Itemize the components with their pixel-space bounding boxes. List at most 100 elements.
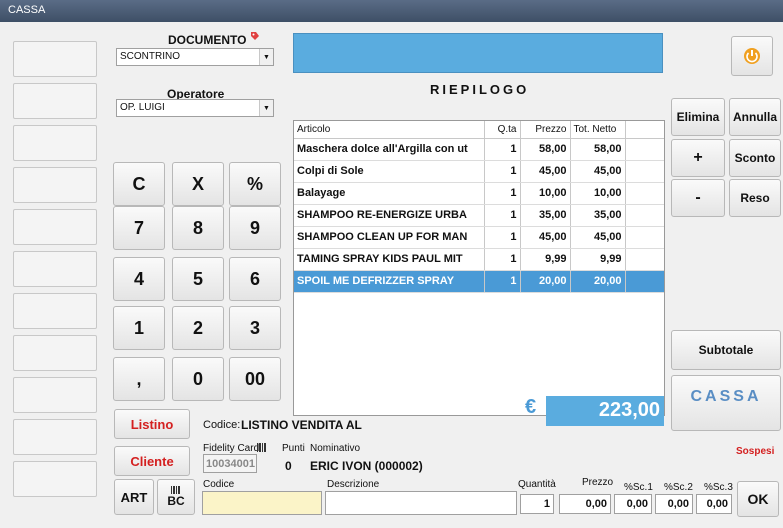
table-row[interactable]: TAMING SPRAY KIDS PAUL MIT 1 9,99 9,99 (294, 248, 664, 271)
minus-button[interactable]: - (671, 179, 725, 217)
plus-button[interactable]: + (671, 139, 725, 177)
operatore-select[interactable]: OP. LUIGI ▼ (116, 99, 274, 117)
elimina-button[interactable]: Elimina (671, 98, 725, 136)
chevron-down-icon: ▼ (259, 49, 273, 65)
reso-button[interactable]: Reso (729, 179, 781, 217)
cell-qta: 1 (484, 138, 521, 161)
quantita-label: Quantità (518, 479, 556, 490)
barcode-icon (171, 486, 180, 494)
sospesi-link[interactable]: Sospesi (736, 446, 774, 457)
prezzo-input[interactable]: 0,00 (559, 494, 611, 514)
cliente-button[interactable]: Cliente (114, 446, 190, 476)
key-3[interactable]: 3 (229, 306, 281, 350)
cell-tot-netto: 20,00 (570, 270, 626, 293)
listino-codice-value: LISTINO VENDITA AL (241, 418, 362, 432)
cell-qta: 1 (484, 226, 521, 249)
cell-tot-netto: 58,00 (570, 138, 626, 161)
cell-articolo: SHAMPOO RE-ENERGIZE URBA (294, 204, 485, 227)
side-button-5[interactable] (13, 209, 97, 245)
power-button[interactable] (731, 36, 773, 76)
cell-prezzo: 20,00 (520, 270, 571, 293)
cassa-window: DOCUMENTO SCONTRINO ▼ Operatore OP. LUIG… (0, 22, 783, 528)
side-button-2[interactable] (13, 83, 97, 119)
cell-articolo: SHAMPOO CLEAN UP FOR MAN (294, 226, 485, 249)
art-button[interactable]: ART (114, 479, 154, 515)
key-percent[interactable]: % (229, 162, 281, 206)
cell-articolo: Maschera dolce all'Argilla con ut (294, 138, 485, 161)
key-comma[interactable]: , (113, 357, 165, 401)
ok-button[interactable]: OK (737, 481, 779, 517)
title-bar: CASSA (0, 0, 783, 22)
table-row[interactable]: Balayage 1 10,00 10,00 (294, 182, 664, 205)
cell-qta: 1 (484, 248, 521, 271)
subtotale-button[interactable]: Subtotale (671, 330, 781, 370)
col-articolo: Articolo (294, 121, 485, 139)
annulla-button[interactable]: Annulla (729, 98, 781, 136)
key-4[interactable]: 4 (113, 257, 165, 301)
side-button-4[interactable] (13, 167, 97, 203)
key-2[interactable]: 2 (172, 306, 224, 350)
side-button-6[interactable] (13, 251, 97, 287)
table-header: Articolo Q.ta Prezzo Tot. Netto (294, 121, 664, 139)
cell-tot-netto: 35,00 (570, 204, 626, 227)
table-row[interactable]: Colpi di Sole 1 45,00 45,00 (294, 160, 664, 183)
key-00[interactable]: 00 (229, 357, 281, 401)
cell-prezzo: 10,00 (520, 182, 571, 205)
key-c[interactable]: C (113, 162, 165, 206)
documento-select[interactable]: SCONTRINO ▼ (116, 48, 274, 66)
sconto-button[interactable]: Sconto (729, 139, 781, 177)
window-title: CASSA (8, 4, 46, 16)
sc2-input[interactable]: 0,00 (655, 494, 693, 514)
side-button-7[interactable] (13, 293, 97, 329)
side-button-9[interactable] (13, 377, 97, 413)
cell-prezzo: 45,00 (520, 160, 571, 183)
key-x[interactable]: X (172, 162, 224, 206)
side-button-11[interactable] (13, 461, 97, 497)
key-6[interactable]: 6 (229, 257, 281, 301)
punti-value: 0 (285, 459, 292, 473)
key-5[interactable]: 5 (172, 257, 224, 301)
table-row[interactable]: SHAMPOO RE-ENERGIZE URBA 1 35,00 35,00 (294, 204, 664, 227)
listino-button[interactable]: Listino (114, 409, 190, 439)
side-button-10[interactable] (13, 419, 97, 455)
documento-value: SCONTRINO (120, 51, 180, 62)
table-row[interactable]: SHAMPOO CLEAN UP FOR MAN 1 45,00 45,00 (294, 226, 664, 249)
col-tot-netto: Tot. Netto (570, 121, 626, 139)
documento-label: DOCUMENTO (168, 33, 247, 47)
key-8[interactable]: 8 (172, 206, 224, 250)
table-row-selected[interactable]: SPOIL ME DEFRIZZER SPRAY 1 20,00 20,00 (294, 270, 664, 293)
listino-codice-label: Codice: (203, 419, 241, 431)
chevron-down-icon: ▼ (259, 100, 273, 116)
side-button-8[interactable] (13, 335, 97, 371)
cell-prezzo: 9,99 (520, 248, 571, 271)
nominativo-value: ERIC IVON (000002) (310, 459, 423, 473)
side-button-3[interactable] (13, 125, 97, 161)
sc2-label: %Sc.2 (664, 482, 693, 493)
cell-articolo: Colpi di Sole (294, 160, 485, 183)
quantita-input[interactable]: 1 (520, 494, 554, 514)
fidelity-card-field[interactable]: 10034001 (203, 454, 257, 473)
table-row[interactable]: Maschera dolce all'Argilla con ut 1 58,0… (294, 138, 664, 161)
total-amount: 223,00 (546, 396, 664, 426)
display-panel (293, 33, 663, 73)
bc-button[interactable]: BC (157, 479, 195, 515)
col-qta: Q.ta (484, 121, 521, 139)
cell-qta: 1 (484, 204, 521, 227)
key-9[interactable]: 9 (229, 206, 281, 250)
sc1-input[interactable]: 0,00 (614, 494, 652, 514)
descrizione-input[interactable] (325, 491, 517, 515)
cell-qta: 1 (484, 270, 521, 293)
cell-articolo: SPOIL ME DEFRIZZER SPRAY (294, 270, 485, 293)
side-button-1[interactable] (13, 41, 97, 77)
cassa-button[interactable]: CASSA (671, 375, 781, 431)
key-7[interactable]: 7 (113, 206, 165, 250)
key-1[interactable]: 1 (113, 306, 165, 350)
sc3-label: %Sc.3 (704, 482, 733, 493)
euro-icon: € (525, 396, 537, 418)
key-0[interactable]: 0 (172, 357, 224, 401)
cell-prezzo: 58,00 (520, 138, 571, 161)
cell-qta: 1 (484, 160, 521, 183)
codice-input[interactable] (202, 491, 322, 515)
sc3-input[interactable]: 0,00 (696, 494, 732, 514)
codice-label: Codice (203, 479, 235, 490)
